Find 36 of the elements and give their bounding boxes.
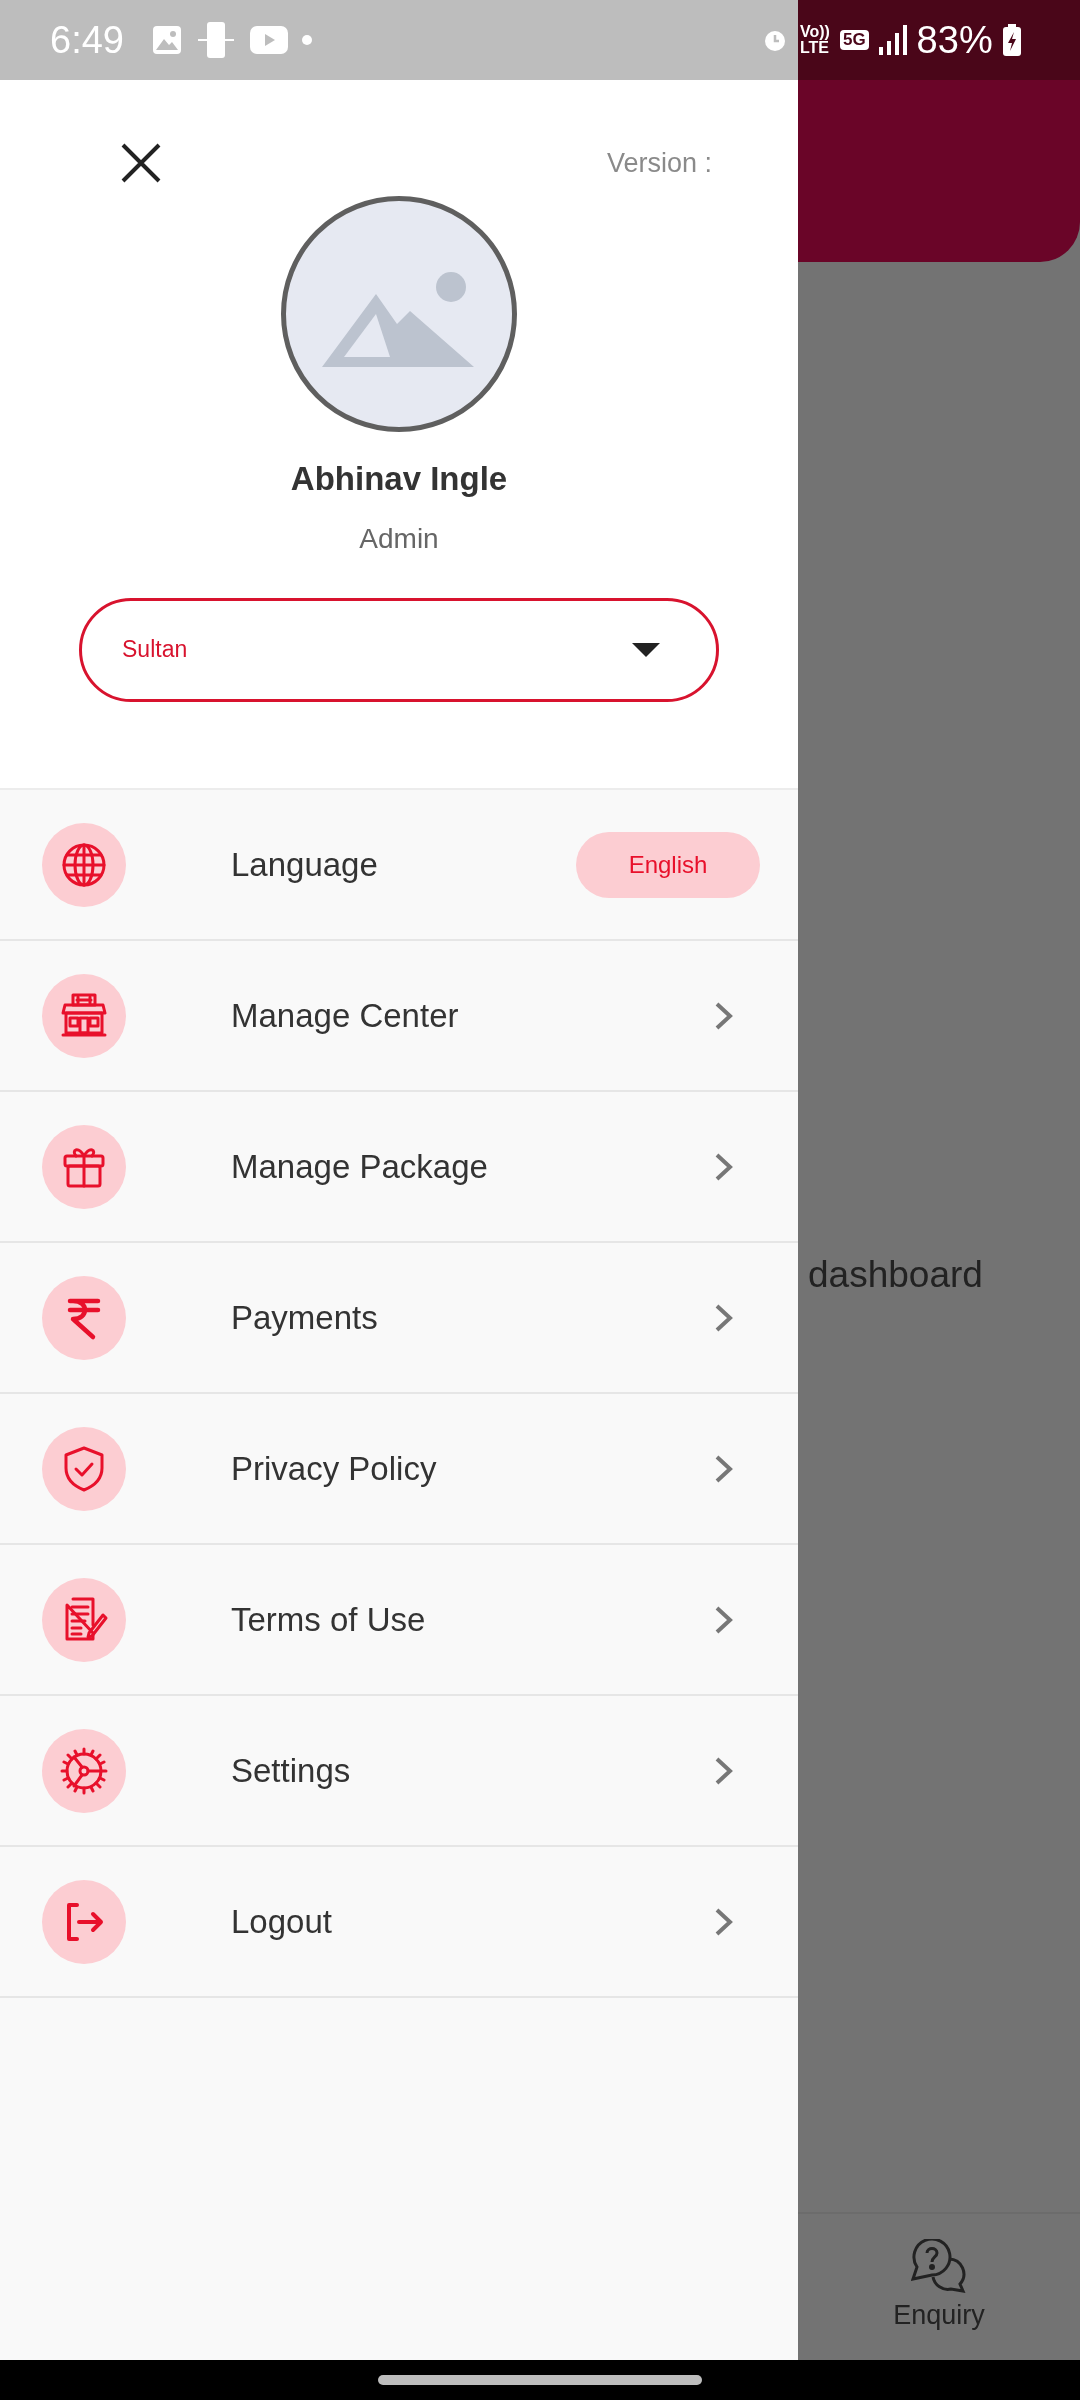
menu-item[interactable]: Manage Center (0, 941, 798, 1092)
menu-label: Logout (231, 1901, 333, 1942)
image-icon (151, 25, 182, 55)
network-label: Vo)) (800, 24, 830, 40)
gesture-handle[interactable] (378, 2375, 702, 2385)
menu-label: Manage Center (231, 995, 460, 1036)
menu-item[interactable]: Language English (0, 790, 798, 941)
menu-label: Terms of Use (231, 1599, 427, 1640)
user-role: Admin (359, 521, 439, 556)
play-icon (249, 26, 288, 54)
signal-icon (878, 25, 907, 55)
gear-icon (59, 1745, 109, 1796)
menu-label: Language (231, 844, 379, 885)
menu-item[interactable]: Logout (0, 1847, 798, 1998)
user-name: Abhinav Ingle (290, 459, 508, 499)
battery-percent: 83% (916, 17, 993, 63)
center-dropdown[interactable]: Sultan (79, 597, 719, 702)
menu-label: Payments (231, 1297, 379, 1338)
status-time: 6:49 (50, 17, 124, 63)
battery-icon (1002, 24, 1021, 56)
menu-item[interactable]: Privacy Policy (0, 1394, 798, 1545)
version-label: Version : (606, 146, 712, 180)
menu-label: Settings (231, 1750, 352, 1791)
menu-item[interactable]: Terms of Use (0, 1545, 798, 1696)
menu-label: Privacy Policy (231, 1448, 438, 1489)
menu-item[interactable]: Manage Package (0, 1092, 798, 1243)
phone-icon (195, 21, 236, 59)
network-label: 5G (839, 29, 869, 51)
menu-item[interactable]: Payments (0, 1243, 798, 1394)
question-chat-icon (911, 2238, 967, 2293)
caret-icon (632, 642, 660, 657)
dashboard-label: dashboard (808, 1253, 984, 1297)
network-label: LTE (800, 40, 830, 56)
menu-item[interactable]: Settings (0, 1696, 798, 1847)
dot-icon (301, 35, 312, 45)
menu-label: Manage Package (231, 1146, 489, 1187)
